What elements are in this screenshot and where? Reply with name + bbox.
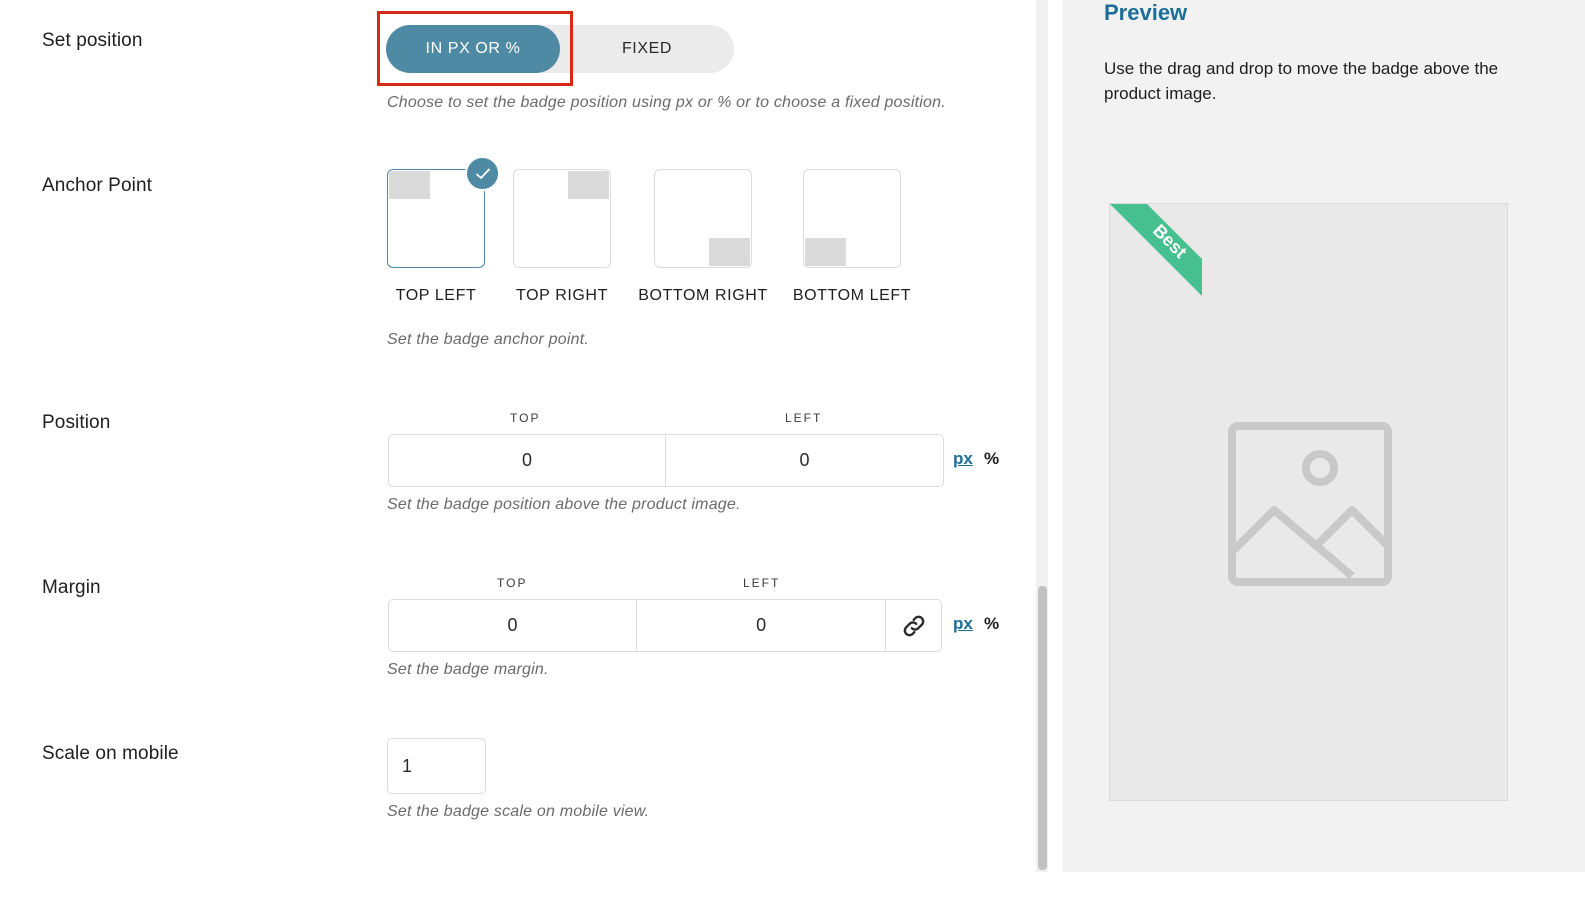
margin-unit-px[interactable]: px xyxy=(953,614,973,634)
anchor-label-top-left: TOP LEFT xyxy=(395,287,477,304)
anchor-point-help: Set the badge anchor point. xyxy=(387,331,589,348)
option-fixed[interactable]: FIXED xyxy=(560,25,734,73)
margin-inputs: 0 0 xyxy=(388,599,942,652)
margin-unit-percent[interactable]: % xyxy=(984,614,999,634)
position-top-label: TOP xyxy=(510,411,541,425)
position-help: Set the badge position above the product… xyxy=(387,496,741,513)
preview-title: Preview xyxy=(1104,0,1188,25)
anchor-label-bottom-right: BOTTOM RIGHT xyxy=(638,287,768,304)
image-placeholder-icon xyxy=(1228,422,1392,586)
scale-on-mobile-label: Scale on mobile xyxy=(42,743,179,764)
preview-description: Use the drag and drop to move the badge … xyxy=(1104,59,1499,103)
preview-panel: Preview Use the drag and drop to move th… xyxy=(1062,0,1585,872)
anchor-top-right[interactable]: TOP RIGHT xyxy=(512,169,612,304)
anchor-corner-marker xyxy=(805,238,846,266)
settings-panel: Set position IN PX OR % FIXED Choose to … xyxy=(0,0,1036,900)
margin-help: Set the badge margin. xyxy=(387,661,549,678)
anchor-bottom-left[interactable]: BOTTOM LEFT xyxy=(793,169,911,304)
margin-top-input[interactable]: 0 xyxy=(389,600,638,651)
anchor-tile-bottom-left xyxy=(803,169,901,268)
check-icon xyxy=(465,156,500,191)
position-top-input[interactable]: 0 xyxy=(389,435,666,486)
position-left-label: LEFT xyxy=(785,411,823,425)
margin-label: Margin xyxy=(42,577,101,598)
anchor-corner-marker xyxy=(389,171,430,199)
set-position-toggle: IN PX OR % FIXED xyxy=(386,25,734,73)
margin-top-label: TOP xyxy=(497,576,528,590)
anchor-point-label: Anchor Point xyxy=(42,175,152,196)
anchor-corner-marker xyxy=(709,238,750,266)
margin-link-button[interactable] xyxy=(886,600,941,651)
anchor-label-top-right: TOP RIGHT xyxy=(516,287,608,304)
anchor-label-bottom-left: BOTTOM LEFT xyxy=(792,287,912,304)
product-image: Best xyxy=(1109,203,1508,801)
set-position-label: Set position xyxy=(42,30,143,51)
anchor-top-left[interactable]: TOP LEFT xyxy=(386,156,500,304)
scale-on-mobile-input[interactable]: 1 xyxy=(387,738,486,794)
bottom-strip xyxy=(0,872,1585,900)
position-unit-percent[interactable]: % xyxy=(984,449,999,469)
position-unit-px[interactable]: px xyxy=(953,449,973,469)
scale-on-mobile-help: Set the badge scale on mobile view. xyxy=(387,803,650,820)
badge[interactable]: Best xyxy=(1110,204,1202,296)
anchor-corner-marker xyxy=(568,171,609,199)
anchor-bottom-right[interactable]: BOTTOM RIGHT xyxy=(638,169,767,304)
link-icon xyxy=(903,615,924,636)
anchor-tile-top-left xyxy=(387,156,500,268)
anchor-tile-top-right xyxy=(513,169,611,268)
position-label: Position xyxy=(42,412,111,433)
option-in-px-or-percent[interactable]: IN PX OR % xyxy=(386,25,560,73)
scrollbar-thumb[interactable] xyxy=(1038,586,1047,870)
margin-left-label: LEFT xyxy=(743,576,781,590)
position-inputs: 0 0 xyxy=(388,434,944,487)
position-left-input[interactable]: 0 xyxy=(666,435,943,486)
set-position-help: Choose to set the badge position using p… xyxy=(387,94,946,111)
anchor-tile-bottom-right xyxy=(654,169,752,268)
margin-left-input[interactable]: 0 xyxy=(637,600,887,651)
